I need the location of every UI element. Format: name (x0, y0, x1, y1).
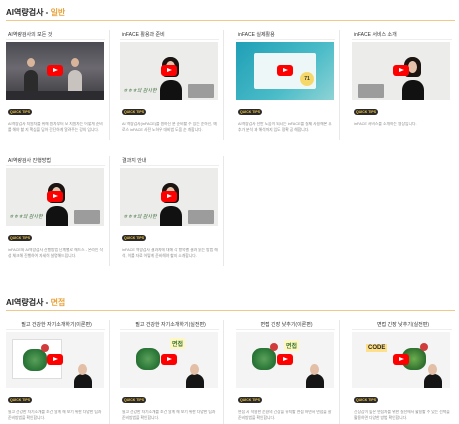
section-interview: AI역량검사 - 면접 필고 건강한 자기소개하기(이론편) QUICK TIP… (0, 292, 459, 424)
video-card[interactable]: 필고 건강한 자기소개하기(이론편) QUICK TIPS 필고 건강한 자기소… (6, 320, 110, 424)
card-description: 면접 시 적용한 순환의 긴장을 유지할 면접 하면서 면접을 잘 준비방법을 … (238, 410, 332, 420)
play-icon[interactable] (47, 191, 63, 202)
card-description: 필고 건강한 자기소개를 조건 알게 해 보기 위한 다양한 팁과 준비방법을 … (122, 410, 216, 420)
section-divider (6, 20, 455, 21)
play-icon[interactable] (393, 65, 409, 76)
laptop (74, 210, 100, 224)
presenter-body (46, 206, 68, 226)
card-title[interactable]: inFACE 실제활용 (236, 30, 335, 40)
video-thumbnail[interactable]: 71 (236, 42, 334, 100)
video-thumbnail[interactable]: ㅎㅎㅎ의 감사한 (120, 42, 218, 100)
card-description: inFACE 서비스를 소개하는 영상입니다. (354, 122, 417, 126)
quick-tips-badge: QUICK TIPS (238, 109, 263, 115)
card-description: inFACE와 AI역량검사 진행방법 단계별로 해드스 - 온라인 작성 체크… (8, 248, 103, 258)
thumbnail-label: 면접 (170, 338, 186, 349)
video-thumbnail[interactable] (6, 42, 104, 100)
card-description: 긴장감이 높은 면접자를 위한 실전에서 활용할 수 있는 선택을 활용하면 다… (354, 410, 450, 420)
card-title[interactable]: inFACE 서비스 소개 (352, 30, 452, 40)
section-title-general: AI역량검사 - 일반 (6, 8, 66, 17)
background-sign: ㅎㅎㅎ의 감사한 (9, 214, 43, 220)
red-dot (41, 344, 49, 352)
card-description: AI역량검사 전반 도움이 되시는 inFACE를 실제 사용해본 후 추가 분… (238, 122, 332, 132)
presenter-face (428, 364, 437, 375)
video-card[interactable]: inFACE 실제활용 71 QUICK TIPS AI역량검사 전반 도움이 … (236, 30, 340, 140)
card-title[interactable]: 면접 긴장 낮추기(실전편) (352, 320, 452, 330)
play-icon[interactable] (47, 65, 63, 76)
card-title[interactable]: 필고 건강한 자기소개하기(이론편) (6, 320, 105, 330)
presenter-body (424, 374, 442, 388)
video-thumbnail[interactable] (6, 332, 104, 388)
video-thumbnail[interactable]: 면접 (236, 332, 334, 388)
video-card[interactable]: 면접 긴장 낮추기(이론편) 면접 QUICK TIPS 면접 시 적용한 순환… (236, 320, 340, 424)
video-thumbnail[interactable]: CODE (352, 332, 450, 388)
laptop (188, 210, 214, 224)
video-card[interactable]: 필고 건강한 자기소개하기(실전편) 면접 QUICK TIPS 필고 건강한 … (120, 320, 224, 424)
quick-tips-badge: QUICK TIPS (354, 109, 379, 115)
presenter-body (74, 374, 92, 388)
card-description: 필고 건강한 자기소개를 조건 알게 해 보기 위한 다양한 팁과 준비방법을 … (8, 410, 102, 420)
presenter-face (310, 364, 319, 375)
quick-tips-badge: QUICK TIPS (354, 397, 379, 403)
play-icon[interactable] (277, 354, 293, 365)
video-card[interactable]: 결과지 안내 ㅎㅎㅎ의 감사한 QUICK TIPS inFACE 역량검사 결… (120, 156, 224, 266)
card-title[interactable]: AI역량검사 진행방법 (6, 156, 105, 166)
card-title[interactable]: AI역량검사의 모든 것 (6, 30, 105, 40)
play-icon[interactable] (393, 354, 409, 365)
video-thumbnail[interactable]: 면접 (120, 332, 218, 388)
play-icon[interactable] (277, 65, 293, 76)
card-title[interactable]: 필고 건강한 자기소개하기(실전편) (120, 320, 219, 330)
video-thumbnail[interactable] (352, 42, 450, 100)
card-description: AI 역량검사(inFACE)를 원하신 분 준비할 수 있는 순하신, 예로스… (122, 122, 217, 132)
presenter-head (27, 58, 35, 67)
laptop (358, 84, 384, 98)
quick-tips-badge: QUICK TIPS (122, 235, 147, 241)
presenter-body (402, 80, 424, 100)
presenter-body (186, 374, 204, 388)
video-card[interactable]: 면접 긴장 낮추기(실전편) CODE QUICK TIPS 긴장감이 높은 면… (352, 320, 456, 424)
presenter-face (190, 364, 199, 375)
plant-graphic (252, 348, 276, 370)
card-description: inFACE 역량검사 결과지에 대해 각 항목별 결과 읽는 방법 해석, 이… (122, 248, 218, 258)
laptop (188, 84, 214, 98)
presenter-body (160, 206, 182, 226)
card-title[interactable]: inFACE 활용과 준비 (120, 30, 219, 40)
video-thumbnail[interactable]: ㅎㅎㅎ의 감사한 (120, 168, 218, 226)
thumbnail-label: 면접 (284, 340, 300, 351)
video-card[interactable]: AI역량검사 진행방법 ㅎㅎㅎ의 감사한 QUICK TIPS inFACE와 … (6, 156, 110, 266)
card-title[interactable]: 결과지 안내 (120, 156, 219, 166)
section-title-interview: AI역량검사 - 면접 (6, 298, 66, 307)
quick-tips-badge: QUICK TIPS (8, 397, 33, 403)
presenter-body (306, 374, 324, 388)
plant-graphic (136, 348, 160, 370)
play-icon[interactable] (47, 354, 63, 365)
play-icon[interactable] (161, 354, 177, 365)
score-circle: 71 (300, 72, 314, 86)
desk (6, 91, 104, 100)
background-sign: ㅎㅎㅎ의 감사한 (123, 214, 157, 220)
presenter-face (78, 364, 87, 375)
quick-tips-badge: QUICK TIPS (238, 397, 263, 403)
presenter-body (160, 80, 182, 100)
plant-graphic (23, 349, 47, 371)
play-icon[interactable] (161, 65, 177, 76)
quick-tips-badge: QUICK TIPS (122, 397, 147, 403)
quick-tips-badge: QUICK TIPS (8, 235, 33, 241)
video-card[interactable]: inFACE 활용과 준비 ㅎㅎㅎ의 감사한 QUICK TIPS AI 역량검… (120, 30, 224, 140)
background-sign: ㅎㅎㅎ의 감사한 (123, 88, 157, 94)
card-description: AI역량검사 지원자를 위해 원자부터 모 지원자는 어떻게 준비를 해야 할 … (8, 122, 103, 132)
presenter-face (408, 61, 417, 73)
red-dot (270, 343, 278, 351)
red-dot (420, 343, 428, 351)
quick-tips-badge: QUICK TIPS (8, 109, 33, 115)
video-thumbnail[interactable]: ㅎㅎㅎ의 감사한 (6, 168, 104, 226)
quick-tips-badge: QUICK TIPS (122, 109, 147, 115)
section-general: AI역량검사 - 일반 AI역량검사의 모든 것 QUICK TIPS AI역량… (0, 0, 459, 292)
thumbnail-label: CODE (366, 344, 388, 352)
video-card[interactable]: inFACE 서비스 소개 QUICK TIPS inFACE 서비스를 소개하… (352, 30, 456, 140)
video-card[interactable]: AI역량검사의 모든 것 QUICK TIPS AI역량검사 지원자를 위해 원… (6, 30, 110, 140)
presenter-head (71, 58, 79, 67)
play-icon[interactable] (161, 191, 177, 202)
card-title[interactable]: 면접 긴장 낮추기(이론편) (236, 320, 335, 330)
section-divider (6, 310, 455, 311)
